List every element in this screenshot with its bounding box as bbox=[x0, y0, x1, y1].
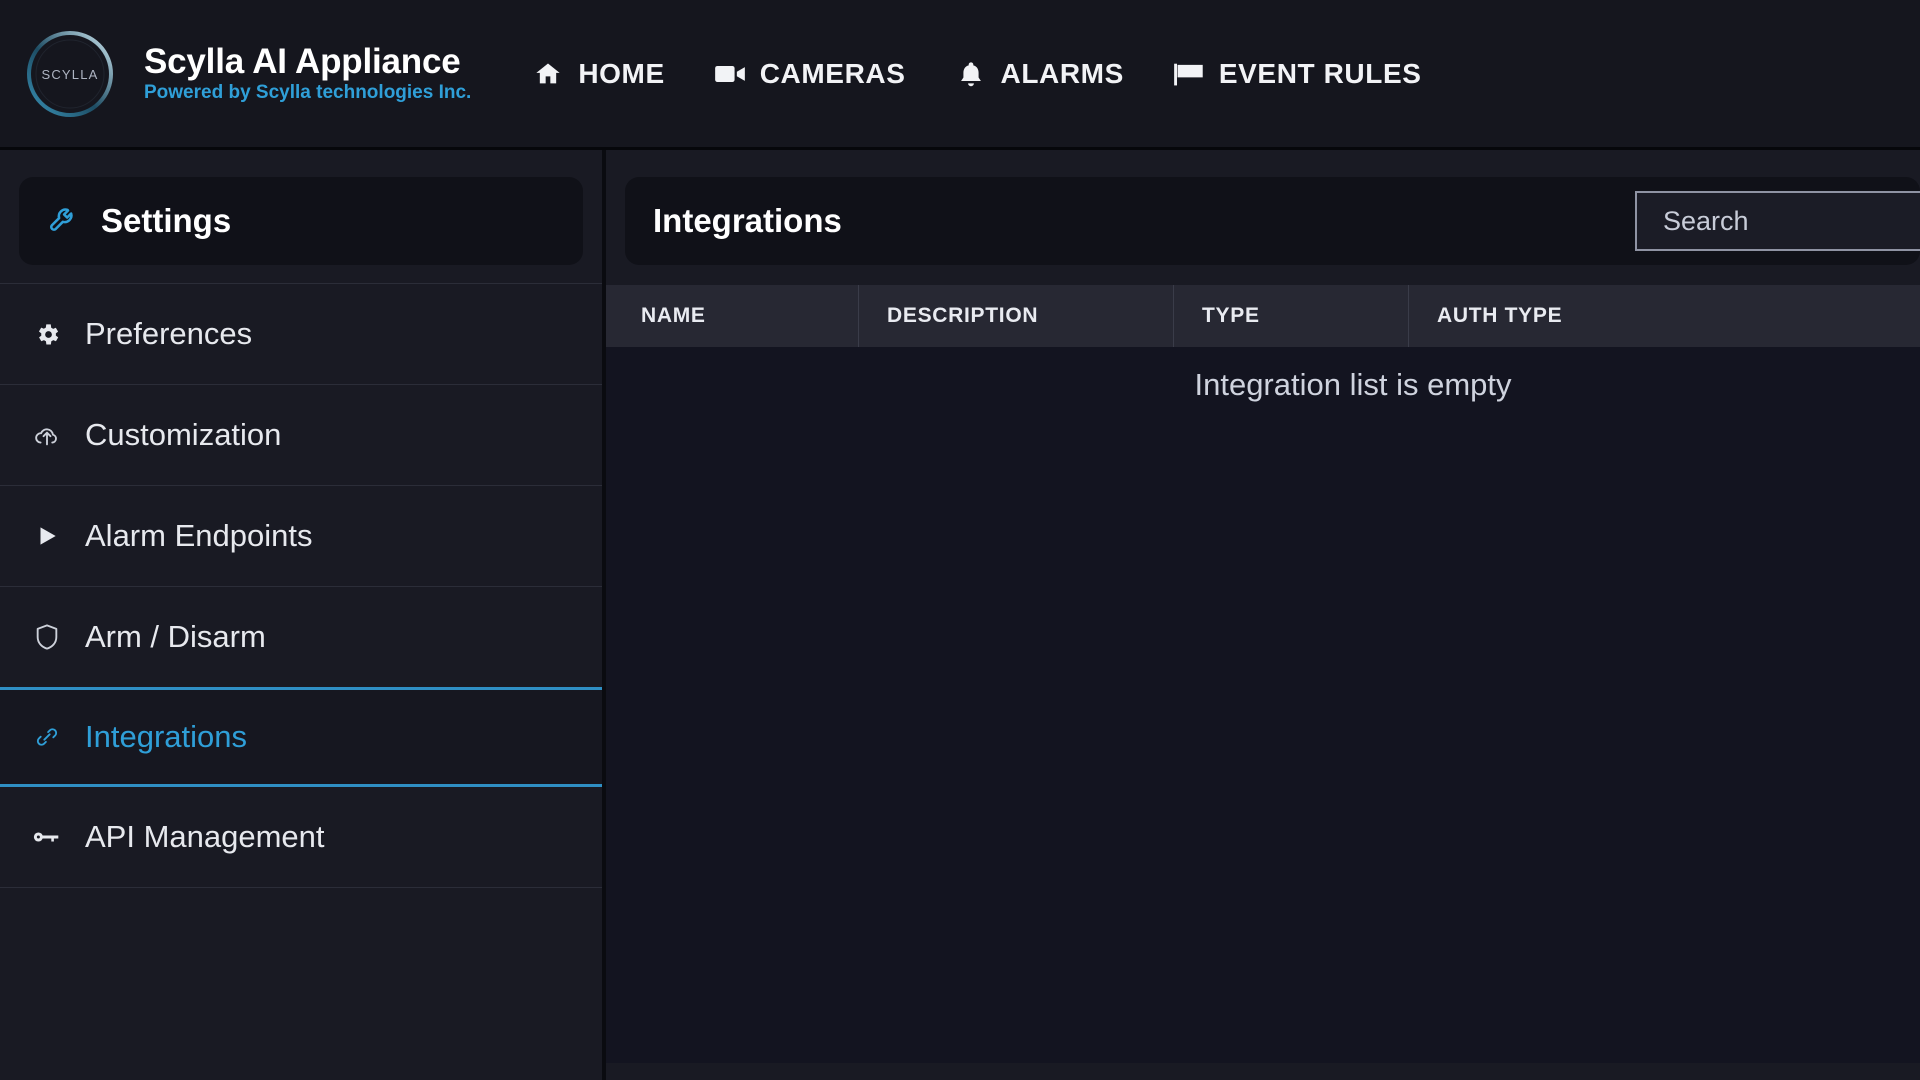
column-header-type[interactable]: TYPE bbox=[1173, 285, 1408, 347]
nav-item-home[interactable]: HOME bbox=[531, 58, 664, 90]
body-area: Settings Preferences Customization Alarm… bbox=[0, 150, 1920, 1080]
column-header-auth-type[interactable]: AUTH TYPE bbox=[1408, 285, 1708, 347]
settings-sidebar: Settings Preferences Customization Alarm… bbox=[0, 150, 606, 1080]
main-navigation: HOME CAMERAS ALARMS EVENT RULES bbox=[531, 58, 1421, 90]
sidebar-item-integrations[interactable]: Integrations bbox=[0, 687, 602, 787]
sidebar-item-api-management-label: API Management bbox=[85, 819, 325, 854]
flag-icon bbox=[1172, 59, 1206, 89]
cloud-upload-icon bbox=[30, 422, 64, 448]
scylla-logo-icon: SCYLLA bbox=[18, 22, 122, 126]
main-content-panel: Integrations Search NAME DESCRIPTION TYP… bbox=[606, 150, 1920, 1080]
sidebar-item-preferences-label: Preferences bbox=[85, 316, 253, 351]
column-header-description[interactable]: DESCRIPTION bbox=[858, 285, 1173, 347]
sidebar-item-alarm-endpoints-label: Alarm Endpoints bbox=[85, 518, 313, 553]
key-icon bbox=[30, 827, 64, 847]
sidebar-item-customization-label: Customization bbox=[85, 417, 282, 452]
app-subtitle: Powered by Scylla technologies Inc. bbox=[144, 82, 472, 104]
sidebar-header-settings[interactable]: Settings bbox=[19, 177, 583, 265]
sidebar-item-api-management[interactable]: API Management bbox=[0, 787, 602, 887]
sidebar-item-alarm-endpoints[interactable]: Alarm Endpoints bbox=[0, 486, 602, 586]
sidebar-item-arm-disarm[interactable]: Arm / Disarm bbox=[0, 587, 602, 687]
table-header-row: NAME DESCRIPTION TYPE AUTH TYPE bbox=[606, 285, 1920, 347]
shield-icon bbox=[30, 623, 64, 651]
wrench-icon bbox=[46, 205, 80, 237]
bell-icon bbox=[954, 59, 988, 89]
search-placeholder: Search bbox=[1663, 205, 1749, 236]
column-header-name[interactable]: NAME bbox=[606, 285, 858, 347]
gear-icon bbox=[30, 321, 64, 348]
top-bar: SCYLLA Scylla AI Appliance Powered by Sc… bbox=[0, 0, 1920, 150]
search-input[interactable]: Search bbox=[1635, 191, 1920, 251]
nav-item-cameras[interactable]: CAMERAS bbox=[713, 58, 906, 90]
nav-item-alarms-label: ALARMS bbox=[1000, 57, 1124, 89]
video-camera-icon bbox=[713, 59, 747, 89]
nav-item-cameras-label: CAMERAS bbox=[759, 57, 906, 89]
panel-header: Integrations Search bbox=[625, 177, 1920, 265]
table-body: Integration list is empty bbox=[606, 347, 1920, 1063]
sidebar-item-arm-disarm-label: Arm / Disarm bbox=[85, 619, 266, 654]
nav-item-alarms[interactable]: ALARMS bbox=[954, 58, 1124, 90]
play-arrow-icon bbox=[30, 523, 64, 549]
brand-block[interactable]: SCYLLA Scylla AI Appliance Powered by Sc… bbox=[18, 22, 471, 126]
sidebar-item-integrations-label: Integrations bbox=[85, 719, 247, 754]
sidebar-item-preferences[interactable]: Preferences bbox=[0, 284, 602, 384]
svg-text:SCYLLA: SCYLLA bbox=[41, 67, 98, 82]
page-title: Integrations bbox=[653, 202, 842, 239]
sidebar-header-label: Settings bbox=[101, 202, 232, 239]
link-icon bbox=[30, 724, 64, 750]
home-icon bbox=[531, 59, 565, 89]
sidebar-divider bbox=[0, 887, 602, 888]
nav-item-home-label: HOME bbox=[578, 57, 665, 89]
empty-state-message: Integration list is empty bbox=[1194, 367, 1512, 402]
app-title: Scylla AI Appliance bbox=[144, 41, 461, 81]
sidebar-item-customization[interactable]: Customization bbox=[0, 385, 602, 485]
nav-item-event-rules-label: EVENT RULES bbox=[1218, 57, 1422, 89]
nav-item-event-rules[interactable]: EVENT RULES bbox=[1172, 58, 1422, 90]
